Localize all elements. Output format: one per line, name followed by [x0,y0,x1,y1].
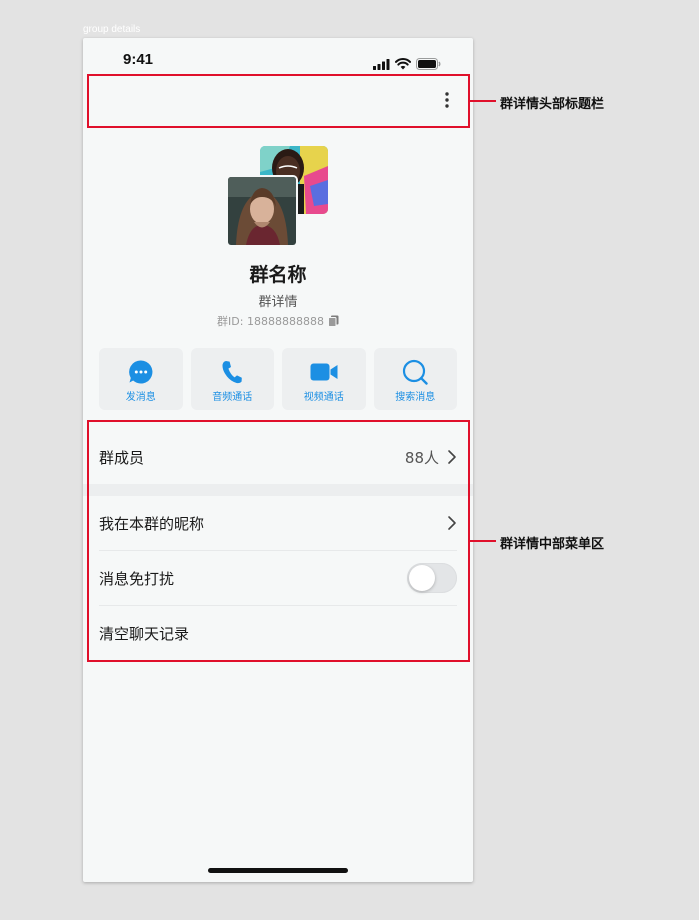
home-indicator [208,868,348,873]
group-id: 群ID: 18888888888 [217,315,324,328]
annotation-header-label: 群详情头部标题栏 [500,97,605,112]
quick-actions: 发消息 音频通话 视频通话 搜索消息 [99,348,457,410]
send-message-button[interactable]: 发消息 [99,348,183,410]
video-camera-icon [310,359,338,385]
annotation-menu-box [87,420,470,662]
action-label: 视频通话 [303,392,344,403]
annotation-menu-line [470,540,496,542]
group-avatar [226,146,330,247]
status-time: 9:41 [123,51,154,68]
action-label: 发消息 [125,392,156,403]
audio-call-button[interactable]: 音频通话 [190,348,274,410]
search-messages-button[interactable]: 搜索消息 [373,348,457,410]
status-bar: 9:41 [83,38,473,74]
group-id-row: 群ID: 18888888888 [83,313,473,329]
group-name: 群名称 [249,264,307,286]
video-call-button[interactable]: 视频通话 [282,348,366,410]
action-label: 搜索消息 [395,392,436,403]
cellular-signal-icon [373,55,390,74]
annotation-menu-label: 群详情中部菜单区 [500,537,605,552]
wifi-icon [395,55,411,74]
frame-label: group details [83,24,141,35]
chat-bubble-icon [128,359,154,385]
member-avatar-front [226,175,298,247]
copy-icon[interactable] [327,315,339,327]
status-icons [373,55,441,74]
annotation-header-line [470,100,496,102]
search-icon [402,359,428,385]
group-description: 群详情 [258,295,298,310]
battery-icon [416,55,441,74]
annotation-header-box [87,74,470,128]
phone-icon [221,359,243,385]
action-label: 音频通话 [212,392,253,403]
